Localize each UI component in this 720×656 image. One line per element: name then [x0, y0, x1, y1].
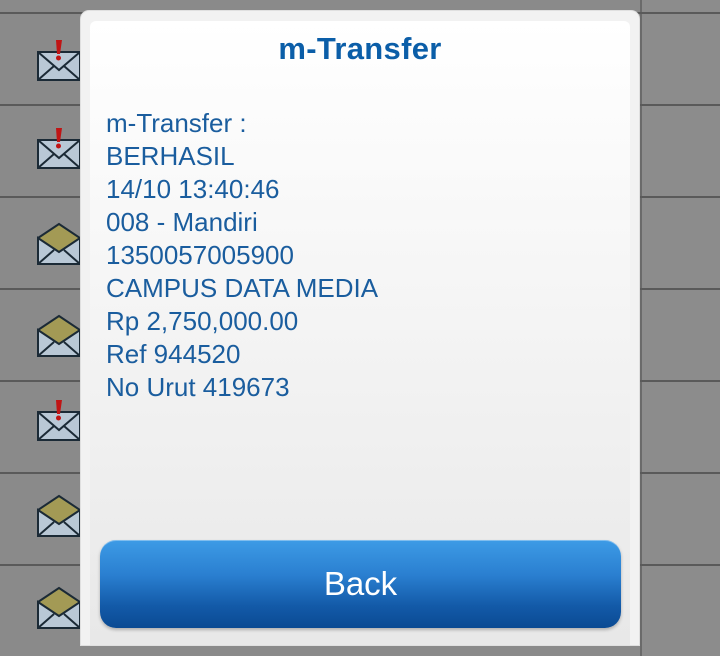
list-item-side: [640, 106, 720, 196]
recipient-name: CAMPUS DATA MEDIA: [106, 273, 379, 303]
amount: Rp 2,750,000.00: [106, 306, 299, 336]
envelope-alert-icon: [37, 128, 81, 169]
back-button[interactable]: Back: [100, 540, 621, 628]
status-text: BERHASIL: [106, 141, 235, 171]
envelope-alert-icon: [37, 400, 81, 441]
sequence-number: No Urut 419673: [106, 372, 290, 402]
envelope-alert-icon: [37, 40, 81, 81]
envelope-open-icon: [37, 494, 81, 537]
envelope-open-icon: [37, 586, 81, 629]
dialog-message: m-Transfer : BERHASIL 14/10 13:40:46 008…: [106, 107, 614, 404]
list-item-side: [640, 382, 720, 472]
list-item-side: [640, 474, 720, 564]
account-number: 1350057005900: [106, 240, 294, 270]
list-item-side: [640, 290, 720, 380]
bank-name: 008 - Mandiri: [106, 207, 258, 237]
transfer-result-dialog: m-Transfer m-Transfer : BERHASIL 14/10 1…: [81, 11, 639, 645]
list-item-side: [640, 198, 720, 288]
list-item-side: [640, 566, 720, 656]
timestamp: 14/10 13:40:46: [106, 174, 280, 204]
envelope-open-icon: [37, 314, 81, 357]
envelope-open-icon: [37, 222, 81, 265]
list-item-side: [640, 0, 720, 12]
list-item-side: [640, 14, 720, 104]
message-header: m-Transfer :: [106, 108, 247, 138]
dialog-content: m-Transfer m-Transfer : BERHASIL 14/10 1…: [90, 21, 630, 645]
dialog-title: m-Transfer: [278, 31, 442, 66]
reference-number: Ref 944520: [106, 339, 241, 369]
